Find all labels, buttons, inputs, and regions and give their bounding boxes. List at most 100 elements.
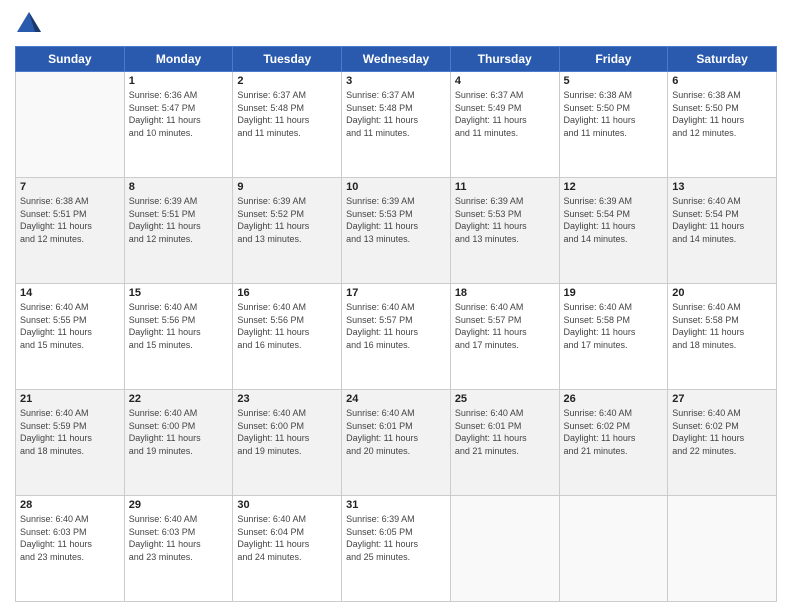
calendar-cell: 11Sunrise: 6:39 AMSunset: 5:53 PMDayligh…	[450, 178, 559, 284]
day-header-sunday: Sunday	[16, 47, 125, 72]
day-number: 22	[129, 393, 229, 405]
days-header-row: SundayMondayTuesdayWednesdayThursdayFrid…	[16, 47, 777, 72]
week-row-5: 28 Sunrise: 6:40 AMSunset: 6:03 PMDayligh…	[16, 496, 777, 602]
day-info: Sunrise: 6:40 AMSunset: 5:55 PMDaylight:…	[20, 301, 120, 351]
day-info: Sunrise: 6:40 AMSunset: 6:01 PMDaylight:…	[346, 407, 446, 457]
logo	[15, 10, 47, 38]
calendar-cell: 12Sunrise: 6:39 AMSunset: 5:54 PMDayligh…	[559, 178, 668, 284]
calendar-cell: 5Sunrise: 6:38 AMSunset: 5:50 PMDaylight…	[559, 72, 668, 178]
day-info: Sunrise: 6:40 AMSunset: 5:57 PMDaylight:…	[346, 301, 446, 351]
day-info: Sunrise: 6:40 AMSunset: 5:58 PMDaylight:…	[564, 301, 664, 351]
day-number: 17	[346, 287, 446, 299]
day-info: Sunrise: 6:39 AMSunset: 6:05 PMDaylight:…	[346, 513, 446, 563]
day-info: Sunrise: 6:37 AMSunset: 5:48 PMDaylight:…	[237, 89, 337, 139]
day-number: 7	[20, 181, 120, 193]
day-info: Sunrise: 6:37 AMSunset: 5:49 PMDaylight:…	[455, 89, 555, 139]
calendar-cell: 10Sunrise: 6:39 AMSunset: 5:53 PMDayligh…	[342, 178, 451, 284]
day-number: 28	[20, 499, 120, 511]
day-number: 14	[20, 287, 120, 299]
day-info: Sunrise: 6:40 AMSunset: 6:00 PMDaylight:…	[237, 407, 337, 457]
day-number: 6	[672, 75, 772, 87]
calendar-cell: 18 Sunrise: 6:40 AMSunset: 5:57 PMDayligh…	[450, 284, 559, 390]
day-number: 8	[129, 181, 229, 193]
calendar-cell: 27 Sunrise: 6:40 AMSunset: 6:02 PMDayligh…	[668, 390, 777, 496]
day-number: 30	[237, 499, 337, 511]
day-number: 15	[129, 287, 229, 299]
calendar-cell: 28 Sunrise: 6:40 AMSunset: 6:03 PMDayligh…	[16, 496, 125, 602]
day-number: 1	[129, 75, 229, 87]
day-info: Sunrise: 6:37 AMSunset: 5:48 PMDaylight:…	[346, 89, 446, 139]
calendar-cell: 4 Sunrise: 6:37 AMSunset: 5:49 PMDaylight…	[450, 72, 559, 178]
calendar-cell: 13 Sunrise: 6:40 AMSunset: 5:54 PMDayligh…	[668, 178, 777, 284]
day-info: Sunrise: 6:40 AMSunset: 6:03 PMDaylight:…	[20, 513, 120, 563]
day-number: 27	[672, 393, 772, 405]
calendar-cell	[450, 496, 559, 602]
calendar-cell: 16 Sunrise: 6:40 AMSunset: 5:56 PMDayligh…	[233, 284, 342, 390]
day-number: 21	[20, 393, 120, 405]
day-header-thursday: Thursday	[450, 47, 559, 72]
calendar-cell	[668, 496, 777, 602]
calendar-cell: 26Sunrise: 6:40 AMSunset: 6:02 PMDayligh…	[559, 390, 668, 496]
header	[15, 10, 777, 38]
day-number: 13	[672, 181, 772, 193]
day-number: 31	[346, 499, 446, 511]
day-info: Sunrise: 6:40 AMSunset: 6:03 PMDaylight:…	[129, 513, 229, 563]
day-info: Sunrise: 6:38 AMSunset: 5:50 PMDaylight:…	[564, 89, 664, 139]
week-row-4: 21 Sunrise: 6:40 AMSunset: 5:59 PMDayligh…	[16, 390, 777, 496]
logo-icon	[15, 10, 43, 38]
calendar-cell: 25 Sunrise: 6:40 AMSunset: 6:01 PMDayligh…	[450, 390, 559, 496]
week-row-1: 1 Sunrise: 6:36 AMSunset: 5:47 PMDaylight…	[16, 72, 777, 178]
day-header-saturday: Saturday	[668, 47, 777, 72]
calendar-cell: 29Sunrise: 6:40 AMSunset: 6:03 PMDayligh…	[124, 496, 233, 602]
day-number: 11	[455, 181, 555, 193]
day-header-wednesday: Wednesday	[342, 47, 451, 72]
day-info: Sunrise: 6:38 AMSunset: 5:50 PMDaylight:…	[672, 89, 772, 139]
day-number: 18	[455, 287, 555, 299]
calendar-cell	[559, 496, 668, 602]
calendar-cell: 30Sunrise: 6:40 AMSunset: 6:04 PMDayligh…	[233, 496, 342, 602]
calendar-cell: 2 Sunrise: 6:37 AMSunset: 5:48 PMDaylight…	[233, 72, 342, 178]
calendar-cell: 24Sunrise: 6:40 AMSunset: 6:01 PMDayligh…	[342, 390, 451, 496]
day-number: 2	[237, 75, 337, 87]
day-number: 10	[346, 181, 446, 193]
day-info: Sunrise: 6:40 AMSunset: 5:56 PMDaylight:…	[129, 301, 229, 351]
day-number: 16	[237, 287, 337, 299]
day-info: Sunrise: 6:40 AMSunset: 6:02 PMDaylight:…	[672, 407, 772, 457]
calendar-cell: 6 Sunrise: 6:38 AMSunset: 5:50 PMDaylight…	[668, 72, 777, 178]
day-info: Sunrise: 6:40 AMSunset: 5:58 PMDaylight:…	[672, 301, 772, 351]
calendar-cell: 3 Sunrise: 6:37 AMSunset: 5:48 PMDaylight…	[342, 72, 451, 178]
day-number: 25	[455, 393, 555, 405]
day-info: Sunrise: 6:40 AMSunset: 5:57 PMDaylight:…	[455, 301, 555, 351]
day-info: Sunrise: 6:39 AMSunset: 5:51 PMDaylight:…	[129, 195, 229, 245]
day-number: 4	[455, 75, 555, 87]
calendar-cell: 31 Sunrise: 6:39 AMSunset: 6:05 PMDayligh…	[342, 496, 451, 602]
day-number: 3	[346, 75, 446, 87]
day-info: Sunrise: 6:40 AMSunset: 6:00 PMDaylight:…	[129, 407, 229, 457]
day-info: Sunrise: 6:36 AMSunset: 5:47 PMDaylight:…	[129, 89, 229, 139]
calendar-cell: 1 Sunrise: 6:36 AMSunset: 5:47 PMDaylight…	[124, 72, 233, 178]
day-info: Sunrise: 6:40 AMSunset: 5:56 PMDaylight:…	[237, 301, 337, 351]
day-header-monday: Monday	[124, 47, 233, 72]
day-info: Sunrise: 6:40 AMSunset: 6:01 PMDaylight:…	[455, 407, 555, 457]
calendar-cell: 15 Sunrise: 6:40 AMSunset: 5:56 PMDayligh…	[124, 284, 233, 390]
week-row-3: 14 Sunrise: 6:40 AMSunset: 5:55 PMDayligh…	[16, 284, 777, 390]
calendar-cell: 22 Sunrise: 6:40 AMSunset: 6:00 PMDayligh…	[124, 390, 233, 496]
day-number: 20	[672, 287, 772, 299]
day-number: 23	[237, 393, 337, 405]
day-number: 12	[564, 181, 664, 193]
calendar-cell: 9Sunrise: 6:39 AMSunset: 5:52 PMDaylight…	[233, 178, 342, 284]
day-header-friday: Friday	[559, 47, 668, 72]
day-number: 9	[237, 181, 337, 193]
calendar-cell: 8 Sunrise: 6:39 AMSunset: 5:51 PMDaylight…	[124, 178, 233, 284]
calendar-cell: 23 Sunrise: 6:40 AMSunset: 6:00 PMDayligh…	[233, 390, 342, 496]
week-row-2: 7 Sunrise: 6:38 AMSunset: 5:51 PMDaylight…	[16, 178, 777, 284]
day-number: 19	[564, 287, 664, 299]
calendar-cell: 7 Sunrise: 6:38 AMSunset: 5:51 PMDaylight…	[16, 178, 125, 284]
day-info: Sunrise: 6:40 AMSunset: 6:02 PMDaylight:…	[564, 407, 664, 457]
page: SundayMondayTuesdayWednesdayThursdayFrid…	[0, 0, 792, 612]
day-header-tuesday: Tuesday	[233, 47, 342, 72]
day-info: Sunrise: 6:38 AMSunset: 5:51 PMDaylight:…	[20, 195, 120, 245]
calendar-cell: 21 Sunrise: 6:40 AMSunset: 5:59 PMDayligh…	[16, 390, 125, 496]
day-info: Sunrise: 6:40 AMSunset: 5:54 PMDaylight:…	[672, 195, 772, 245]
day-info: Sunrise: 6:40 AMSunset: 5:59 PMDaylight:…	[20, 407, 120, 457]
